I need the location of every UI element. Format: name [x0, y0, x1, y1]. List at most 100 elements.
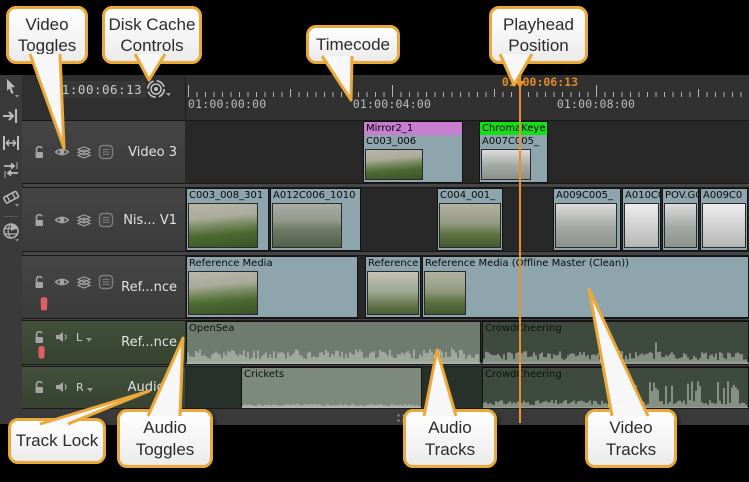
timecode-display[interactable]: 01:00:06:13 [50, 81, 146, 98]
timeline-tool-palette [0, 75, 23, 424]
clip-label: OpenSea [187, 322, 480, 335]
clip-label: C003_006 [364, 135, 462, 148]
layers-icon[interactable] [76, 274, 92, 290]
effect-bar[interactable]: Mirror2_1 [364, 122, 462, 135]
callout-text: Audio [143, 417, 186, 438]
layers-icon[interactable] [76, 144, 92, 160]
lock-icon[interactable] [32, 379, 48, 395]
channel-selector[interactable]: L [76, 331, 82, 344]
callout-text: Video [609, 417, 652, 438]
ruler-label: 01:00:00:00 [188, 97, 268, 111]
callout-playhead-position: Playhead Position [489, 6, 588, 64]
globe-icon[interactable] [2, 221, 20, 243]
slip-slide-icon[interactable] [2, 160, 20, 182]
clip[interactable]: Mirror2_1 C003_006 [363, 121, 463, 183]
segment-icon[interactable] [2, 187, 20, 209]
channel-selector[interactable]: R [76, 381, 84, 394]
clip-thumbnail [367, 271, 419, 315]
clip[interactable]: Reference Media [186, 256, 358, 318]
playhead[interactable] [519, 76, 521, 423]
waveform [483, 328, 748, 362]
clip[interactable]: A010C0 [622, 188, 661, 251]
ruler-label: 01:00:04:00 [352, 97, 432, 111]
audio-clip[interactable]: Crickets [241, 367, 422, 409]
chevron-down-icon [86, 387, 94, 393]
timecode-ruler[interactable]: 01:00:00:00 01:00:04:00 01:00:08:00 01:0… [185, 75, 749, 120]
clip-label: A009C0 [701, 189, 747, 202]
clip[interactable]: A009C0 [700, 188, 748, 251]
monitor-icon[interactable] [98, 144, 114, 160]
clip-label: A012C006_1010 [271, 189, 360, 202]
track-v1[interactable]: C003_008_301 A012C006_1010 C004_001_ A00… [185, 187, 749, 252]
track-name: Ref...nce [121, 280, 177, 295]
clip[interactable]: C004_001_ [437, 188, 503, 251]
callout-text: Toggles [18, 35, 77, 56]
cursor-icon[interactable] [2, 78, 20, 100]
lock-icon[interactable] [32, 212, 48, 228]
callout-text: Audio [428, 417, 471, 438]
track-video3[interactable]: Mirror2_1 C003_006 ChromaKeye A007C005_ [185, 120, 749, 184]
clip-thumbnail [439, 203, 501, 248]
eye-icon[interactable] [54, 144, 70, 160]
clip-label: A010C0 [623, 189, 660, 202]
callout-text: Controls [120, 35, 183, 56]
callout-disk-cache-controls: Disk Cache Controls [102, 6, 202, 64]
clip-thumbnail [424, 271, 466, 315]
clip[interactable]: ChromaKeye A007C005_ [479, 121, 548, 183]
extend-arrow-icon[interactable] [2, 106, 20, 128]
track-audio2[interactable]: Crickets CrowdCheering [185, 366, 749, 410]
callout-text: Position [508, 35, 568, 56]
audio-clip[interactable]: OpenSea [186, 321, 481, 364]
clip[interactable]: A012C006_1010 [270, 188, 361, 251]
clip-label: POV.GO [663, 189, 698, 202]
clip-thumbnail [188, 271, 258, 315]
audio-clip[interactable]: CrowdCheering [482, 321, 749, 364]
clip-label: C004_001_ [438, 189, 502, 202]
tag-icon [36, 294, 52, 310]
track-header-audio2[interactable]: R Audio 2 [22, 366, 185, 410]
trim-icon[interactable] [2, 133, 20, 155]
layers-icon[interactable] [76, 212, 92, 228]
eye-icon[interactable] [54, 212, 70, 228]
effect-bar[interactable]: ChromaKeye [480, 122, 547, 135]
clip-label: A007C005_ [480, 135, 547, 148]
clip-thumbnail [365, 149, 423, 180]
lock-icon[interactable] [32, 274, 48, 290]
speaker-icon[interactable] [54, 379, 70, 395]
track-name: Nis... V1 [123, 213, 177, 228]
timeline-window: 01:00:06:13 01:00:00:00 01:00:04:00 01:0… [0, 75, 749, 424]
clip[interactable]: POV.GO [662, 188, 699, 251]
track-header-video3[interactable]: Video 3 [22, 120, 185, 184]
track-header-reference-audio[interactable]: L Ref...nce [22, 320, 185, 365]
callout-text: Disk Cache [109, 14, 196, 35]
monitor-icon[interactable] [98, 212, 114, 228]
disk-cache-button[interactable] [144, 78, 172, 106]
clip[interactable]: Reference [365, 256, 421, 318]
audio-clip[interactable]: CrowdCheering [482, 367, 749, 409]
clip[interactable]: Reference Media (Offline Master (Clean)) [422, 256, 749, 318]
callout-text: Toggles [136, 439, 195, 460]
clip[interactable]: C003_008_301 [186, 188, 269, 251]
callout-audio-tracks: Audio Tracks [403, 409, 497, 468]
clip-label: Crickets [242, 368, 421, 381]
monitor-icon[interactable] [98, 274, 114, 290]
clip-label: Reference Media (Offline Master (Clean)) [423, 257, 748, 270]
speaker-icon[interactable] [54, 329, 70, 345]
disk-cache-icon [144, 78, 172, 102]
track-reference-audio[interactable]: OpenSea CrowdCheering [185, 320, 749, 365]
track-reference-video[interactable]: Reference Media Reference Reference Medi… [185, 255, 749, 319]
clip-label: A009C005_ [554, 189, 620, 202]
timeline-header: 01:00:06:13 01:00:00:00 01:00:04:00 01:0… [22, 75, 749, 121]
tool-separator [3, 216, 18, 217]
callout-text: Video [25, 14, 68, 35]
track-header-v1[interactable]: Nis... V1 [22, 187, 185, 252]
lock-icon[interactable] [32, 144, 48, 160]
clip-label: C003_008_301 [187, 189, 268, 202]
callout-track-lock: Track Lock [8, 418, 106, 464]
ruler-label: 01:00:08:00 [556, 97, 636, 111]
clip[interactable]: A009C005_ [553, 188, 621, 251]
clip-thumbnail [624, 203, 659, 248]
callout-text: Track Lock [16, 430, 99, 451]
track-header-reference-video[interactable]: Ref...nce [22, 255, 185, 319]
eye-icon[interactable] [54, 274, 70, 290]
